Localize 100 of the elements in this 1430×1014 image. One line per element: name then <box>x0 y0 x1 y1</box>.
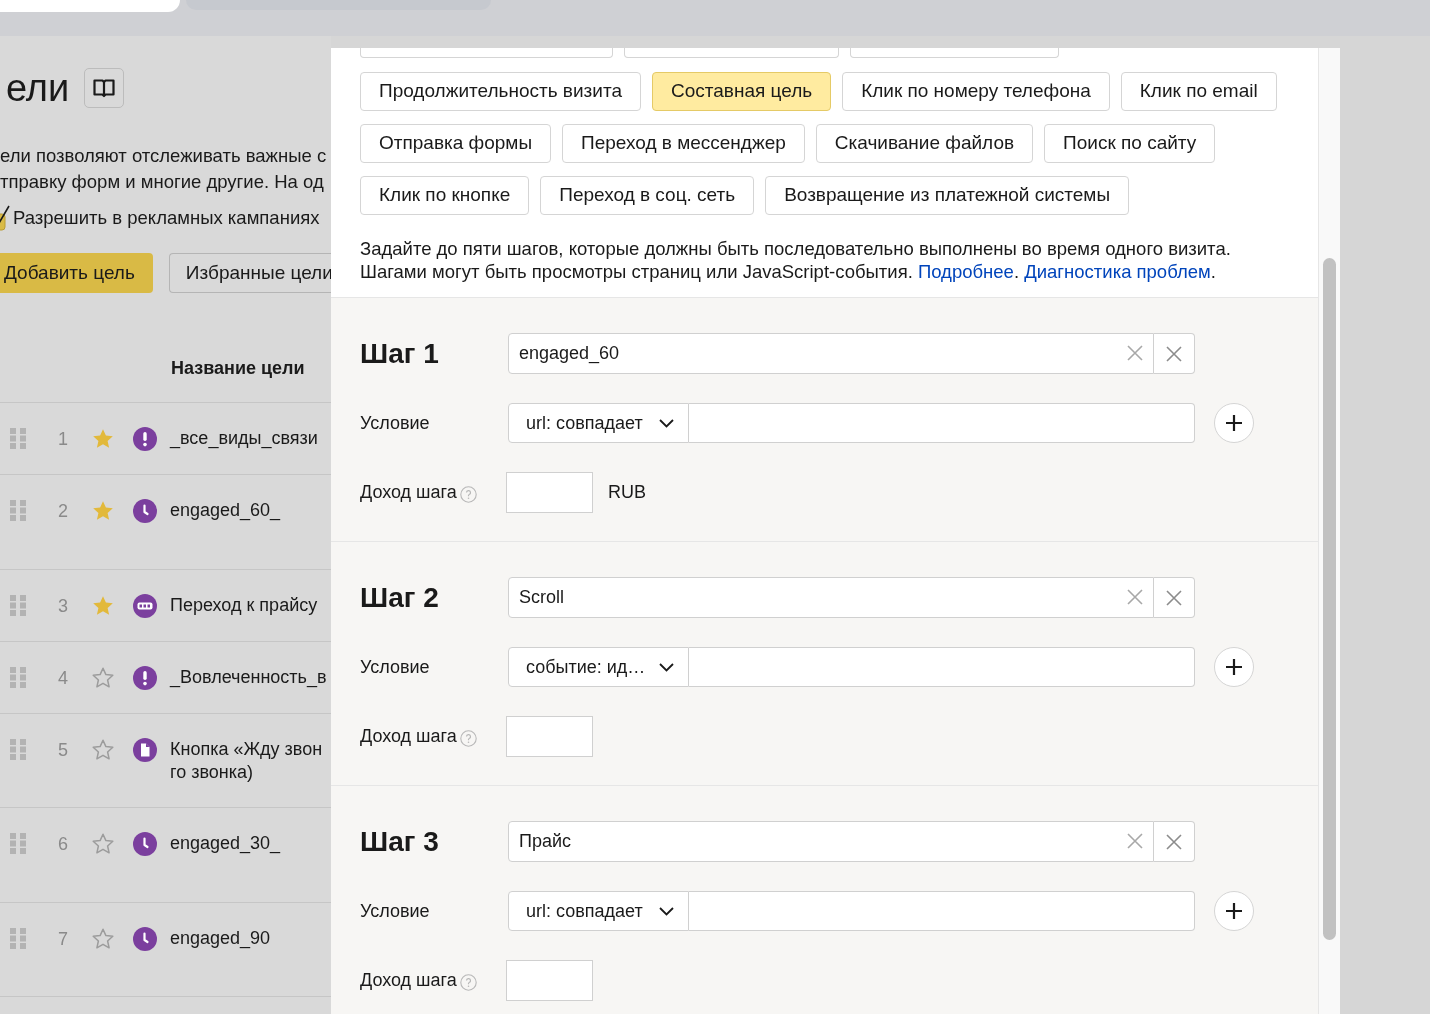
add-condition-button[interactable] <box>1214 891 1254 931</box>
goal-name: engaged_60_ <box>170 499 281 522</box>
star-icon[interactable] <box>92 928 114 949</box>
revenue-field[interactable] <box>506 960 593 1001</box>
exclamation-icon <box>133 666 157 690</box>
help-icon[interactable] <box>459 729 477 747</box>
clear-icon[interactable] <box>1127 589 1143 605</box>
revenue-field[interactable] <box>506 472 593 513</box>
condition-value-field[interactable] <box>689 403 1195 443</box>
currency-label: RUB <box>608 481 646 504</box>
badge-icon <box>133 594 157 618</box>
step-name-field[interactable]: Прайс <box>508 821 1154 862</box>
clock-icon <box>133 499 157 523</box>
chevron-down-icon <box>659 662 674 672</box>
goal-type-button[interactable]: Отправка формы <box>360 124 552 163</box>
add-condition-button[interactable] <box>1214 403 1254 443</box>
delete-step-button[interactable] <box>1154 333 1195 374</box>
row-number: 3 <box>57 595 69 618</box>
drag-handle-icon[interactable] <box>10 595 26 616</box>
goal-type-button[interactable]: Скачивание файлов <box>815 124 1034 163</box>
row-number: 6 <box>57 833 69 856</box>
condition-select[interactable]: url: совпадает <box>508 891 689 931</box>
step-name-field[interactable]: engaged_60 <box>508 333 1154 374</box>
row-number: 5 <box>57 739 69 762</box>
drag-handle-icon[interactable] <box>10 928 26 949</box>
revenue-field[interactable] <box>506 716 593 757</box>
goal-name: Кнопка «Жду звон го звонка) <box>170 738 323 784</box>
text-link[interactable]: Подробнее <box>917 261 1014 282</box>
row-number: 4 <box>57 667 69 690</box>
row-number: 7 <box>57 928 69 951</box>
delete-step-button[interactable] <box>1154 821 1195 862</box>
scrollbar[interactable] <box>1323 258 1336 940</box>
add-condition-button[interactable] <box>1214 647 1254 687</box>
text-link[interactable]: Диагностика проблем <box>1024 261 1211 282</box>
goal-type-button[interactable]: Клик по кнопке <box>360 176 530 215</box>
goal-type-button[interactable]: Продолжительность визита <box>360 72 641 111</box>
condition-value-field[interactable] <box>689 647 1195 687</box>
checkbox-label: Разрешить в рекламных кампаниях <box>13 206 320 231</box>
chevron-down-icon <box>659 418 674 428</box>
drag-handle-icon[interactable] <box>10 739 26 760</box>
close-icon <box>1166 589 1182 606</box>
goal-type-button[interactable]: Возвращение из платежной системы <box>765 176 1130 215</box>
help-icon[interactable] <box>459 973 477 991</box>
goal-name: engaged_90 <box>170 927 271 950</box>
condition-label: Условие <box>360 899 431 923</box>
clear-icon[interactable] <box>1127 345 1143 361</box>
book-icon <box>93 78 116 98</box>
close-icon <box>1166 833 1182 850</box>
goal-type-button[interactable]: Клик по email <box>1120 72 1277 111</box>
drag-handle-icon[interactable] <box>10 428 26 449</box>
checkbox[interactable] <box>0 205 10 231</box>
plus-icon <box>1225 414 1243 432</box>
star-icon[interactable] <box>92 595 114 616</box>
clock-icon <box>133 927 157 951</box>
exclamation-icon <box>133 427 157 451</box>
revenue-label: Доход шага <box>360 969 457 992</box>
goal-name: Переход к прайсу <box>170 594 318 617</box>
goal-type-button[interactable]: Переход в мессенджер <box>562 124 805 163</box>
goal-type-button[interactable] <box>850 48 1059 58</box>
help-icon[interactable] <box>459 485 477 503</box>
goal-type-button[interactable] <box>360 48 613 58</box>
goal-type-button[interactable]: Поиск по сайту <box>1044 124 1216 163</box>
drag-handle-icon[interactable] <box>10 500 26 521</box>
row-number: 2 <box>57 500 69 523</box>
chevron-down-icon <box>659 906 674 916</box>
condition-label: Условие <box>360 411 431 435</box>
star-icon[interactable] <box>92 667 114 688</box>
goal-name: _все_виды_связи <box>170 427 318 450</box>
condition-select[interactable]: url: совпадает <box>508 403 689 443</box>
condition-value-field[interactable] <box>689 891 1195 931</box>
step-name-field[interactable]: Scroll <box>508 577 1154 618</box>
star-icon[interactable] <box>92 500 114 521</box>
step-title: Шаг 2 <box>360 581 440 614</box>
plus-icon <box>1225 658 1243 676</box>
star-icon[interactable] <box>92 739 114 760</box>
browser-tab[interactable] <box>0 0 180 12</box>
condition-label: Условие <box>360 655 431 679</box>
row-number: 1 <box>57 428 69 451</box>
guide-button[interactable] <box>84 68 125 108</box>
goal-name: _Вовлеченность_в <box>170 666 327 689</box>
column-header: Название цели <box>171 357 305 380</box>
drag-handle-icon[interactable] <box>10 667 26 688</box>
drag-handle-icon[interactable] <box>10 833 26 854</box>
goal-type-button[interactable]: Составная цель <box>651 72 832 111</box>
close-icon <box>1166 345 1182 362</box>
step-title: Шаг 3 <box>360 825 440 858</box>
clear-icon[interactable] <box>1127 833 1143 849</box>
star-icon[interactable] <box>92 428 114 449</box>
plus-icon <box>1225 902 1243 920</box>
revenue-label: Доход шага <box>360 481 457 504</box>
page-title: ели <box>5 69 70 107</box>
goal-type-button[interactable]: Переход в соц. сеть <box>540 176 755 215</box>
add-goal-button[interactable]: Добавить цель <box>0 253 153 293</box>
delete-step-button[interactable] <box>1154 577 1195 618</box>
condition-select[interactable]: событие: ид… <box>508 647 689 687</box>
goal-type-button[interactable] <box>624 48 839 58</box>
goal-type-button[interactable]: Клик по номеру телефона <box>842 72 1110 111</box>
star-icon[interactable] <box>92 833 114 854</box>
goal-name: engaged_30_ <box>170 832 281 855</box>
description-text: ели позволяют отслеживать важные с тправку форм и многие другие. На од <box>0 144 328 194</box>
